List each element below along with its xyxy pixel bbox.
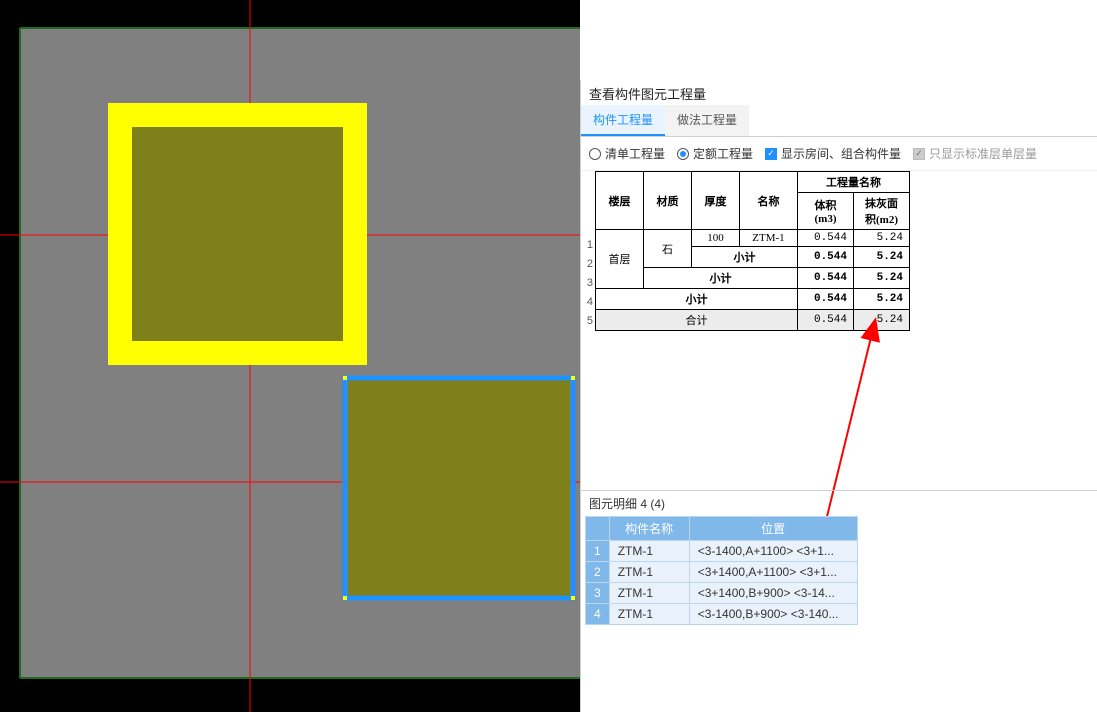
cell-pos: <3+1400,B+900> <3-14... (689, 583, 857, 604)
drawing-canvas[interactable] (0, 0, 580, 712)
cell-thickness: 100 (692, 230, 740, 247)
check-show-room-label: 显示房间、组合构件量 (781, 145, 901, 162)
check-standard-floor-label: 只显示标准层单层量 (929, 145, 1037, 162)
cell-name: ZTM-1 (609, 583, 689, 604)
tabs: 构件工程量 做法工程量 (581, 105, 1097, 137)
th-rownum (586, 517, 610, 541)
cell-pos: <3+1400,A+1100> <3+1... (689, 562, 857, 583)
th-material: 材质 (644, 172, 692, 230)
th-name: 名称 (740, 172, 798, 230)
radio-list-qty[interactable]: 清单工程量 (589, 145, 665, 162)
cell-floor: 首层 (596, 230, 644, 289)
cell-name: ZTM-1 (609, 562, 689, 583)
right-panel: 查看构件图元工程量 构件工程量 做法工程量 清单工程量 定额工程量 显示房间、组… (580, 80, 1097, 712)
cell-plaster: 5.24 (854, 268, 910, 289)
th-vol: 体积(m3) (798, 193, 854, 230)
cell-subtotal: 小计 (692, 247, 798, 268)
tab-component-qty[interactable]: 构件工程量 (581, 105, 665, 136)
panel-title: 查看构件图元工程量 (581, 80, 1097, 105)
rownum: 2 (586, 562, 610, 583)
th-plaster: 抹灰面积(m2) (854, 193, 910, 230)
radio-quota-qty-label: 定额工程量 (693, 145, 753, 162)
list-item[interactable]: 2 ZTM-1 <3+1400,A+1100> <3+1... (586, 562, 858, 583)
rownum-1: 1 (581, 236, 595, 255)
table-row: 小计 0.544 5.24 (596, 268, 910, 289)
qty-table-wrap: 1 2 3 4 5 楼层 材质 厚度 名称 工程量名称 体积(m3) (581, 171, 1097, 331)
cell-name: ZTM-1 (740, 230, 798, 247)
filter-bar: 清单工程量 定额工程量 显示房间、组合构件量 只显示标准层单层量 (581, 137, 1097, 171)
rownum: 4 (586, 604, 610, 625)
row-numbers: 1 2 3 4 5 (581, 171, 595, 331)
cell-subtotal: 小计 (644, 268, 798, 289)
detail-section: 图元明细 4 (4) 构件名称 位置 1 ZTM-1 <3-1400,A+110… (581, 490, 1097, 625)
cell-pos: <3-1400,A+1100> <3+1... (689, 541, 857, 562)
cell-plaster: 5.24 (854, 230, 910, 247)
rownum: 3 (586, 583, 610, 604)
cell-plaster: 5.24 (854, 310, 910, 331)
qty-table: 楼层 材质 厚度 名称 工程量名称 体积(m3) 抹灰面积(m2) 首层 石 1… (595, 171, 910, 331)
table-row-total: 合计 0.544 5.24 (596, 310, 910, 331)
cell-plaster: 5.24 (854, 247, 910, 268)
th-qty-group: 工程量名称 (798, 172, 910, 193)
cell-vol: 0.544 (798, 247, 854, 268)
cell-name: ZTM-1 (609, 604, 689, 625)
detail-title: 图元明细 4 (4) (581, 491, 1097, 516)
rownum-4: 4 (581, 293, 595, 312)
check-show-room[interactable]: 显示房间、组合构件量 (765, 145, 901, 162)
rownum-2: 2 (581, 255, 595, 274)
cell-material: 石 (644, 230, 692, 268)
rownum: 1 (586, 541, 610, 562)
th-floor: 楼层 (596, 172, 644, 230)
table-row: 小计 0.544 5.24 (596, 289, 910, 310)
canvas-svg (0, 0, 580, 712)
cell-vol: 0.544 (798, 310, 854, 331)
list-item[interactable]: 1 ZTM-1 <3-1400,A+1100> <3+1... (586, 541, 858, 562)
cell-vol: 0.544 (798, 289, 854, 310)
th-thickness: 厚度 (692, 172, 740, 230)
rownum-3: 3 (581, 274, 595, 293)
cell-pos: <3-1400,B+900> <3-140... (689, 604, 857, 625)
root: 查看构件图元工程量 构件工程量 做法工程量 清单工程量 定额工程量 显示房间、组… (0, 0, 1097, 712)
detail-table: 构件名称 位置 1 ZTM-1 <3-1400,A+1100> <3+1... … (585, 516, 858, 625)
list-item[interactable]: 4 ZTM-1 <3-1400,B+900> <3-140... (586, 604, 858, 625)
table-row: 首层 石 100 ZTM-1 0.544 5.24 (596, 230, 910, 247)
cell-total: 合计 (596, 310, 798, 331)
th-position: 位置 (689, 517, 857, 541)
rownum-5: 5 (581, 312, 595, 331)
cell-plaster: 5.24 (854, 289, 910, 310)
cell-vol: 0.544 (798, 268, 854, 289)
cell-name: ZTM-1 (609, 541, 689, 562)
radio-list-qty-label: 清单工程量 (605, 145, 665, 162)
list-item[interactable]: 3 ZTM-1 <3+1400,B+900> <3-14... (586, 583, 858, 604)
cell-vol: 0.544 (798, 230, 854, 247)
tab-method-qty[interactable]: 做法工程量 (665, 105, 749, 136)
cell-subtotal: 小计 (596, 289, 798, 310)
th-component-name: 构件名称 (609, 517, 689, 541)
radio-quota-qty[interactable]: 定额工程量 (677, 145, 753, 162)
check-standard-floor: 只显示标准层单层量 (913, 145, 1037, 162)
